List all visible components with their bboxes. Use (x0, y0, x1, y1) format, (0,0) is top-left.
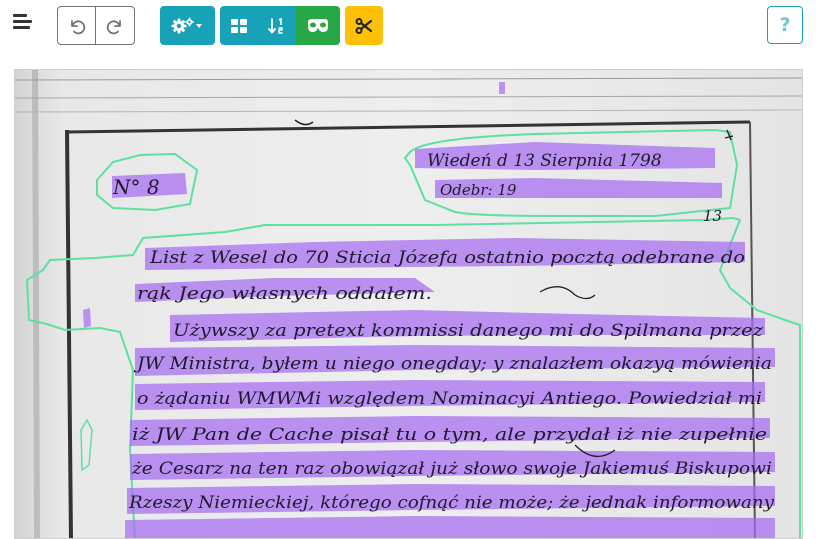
mask-view-button[interactable] (296, 6, 340, 45)
settings-dropdown-button[interactable] (160, 6, 215, 45)
margin-number: N° 8 (112, 175, 160, 199)
hamburger-menu-icon[interactable] (13, 12, 33, 32)
mark-highlight (499, 82, 505, 94)
header-received-line: Odebr: 19 (440, 181, 517, 199)
scissors-icon (355, 17, 373, 34)
manuscript-line: o żądaniu WMWMi względem Nominacyi Antie… (137, 389, 762, 409)
manuscript-line: Używszy za pretext kommissi danego mi do… (173, 321, 764, 341)
manuscript-page: Wiedeń d 13 Sierpnia 1798 Odebr: 19 N° 8… (15, 70, 802, 538)
sort-order-button[interactable] (258, 6, 296, 45)
view-mode-group (220, 6, 340, 45)
manuscript-line: iż JW Pan de Cache pisał tu o tym, ale p… (132, 425, 767, 445)
settings-group (160, 6, 215, 45)
manuscript-line: że Cesarz na ten raz obowiązał już słowo… (131, 459, 772, 479)
settings-cogs-dropdown-icon (171, 17, 202, 33)
manuscript-line: rąk Jego własnych oddałem. (137, 284, 432, 304)
undo-icon (70, 19, 85, 34)
redo-icon (106, 19, 121, 34)
help-group: ? (767, 6, 803, 45)
page-edge (32, 70, 40, 538)
cut-group (345, 6, 383, 45)
sort-order-icon (268, 17, 283, 34)
mark-highlight (83, 308, 91, 328)
document-viewer[interactable]: Wiedeń d 13 Sierpnia 1798 Odebr: 19 N° 8… (14, 69, 803, 539)
manuscript-line: Rzeszy Niemieckiej, którego cofnąć nie m… (128, 493, 774, 513)
help-button[interactable]: ? (767, 6, 803, 44)
undo-redo-group (57, 6, 135, 45)
manuscript-line: List z Wesel do 70 Sticia Józefa ostatni… (149, 248, 745, 268)
grid-view-icon (231, 18, 247, 33)
header-date-line: Wiedeń d 13 Sierpnia 1798 (427, 151, 662, 171)
mask-view-icon (308, 18, 328, 32)
toolbar: ? (0, 0, 816, 60)
cut-button[interactable] (345, 6, 383, 45)
redo-button[interactable] (96, 6, 135, 45)
page-number: 13 (703, 207, 722, 225)
manuscript-line: JW Ministra, byłem u niego onegday; y zn… (134, 354, 772, 374)
grid-view-button[interactable] (220, 6, 258, 45)
undo-button[interactable] (57, 6, 96, 45)
